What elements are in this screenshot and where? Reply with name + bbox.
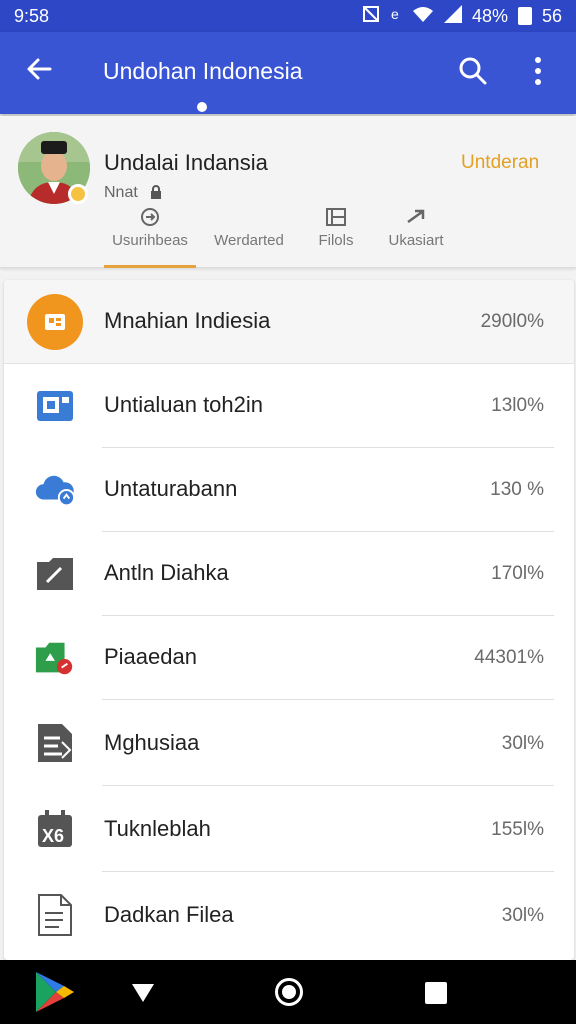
list-item-value: 30l% bbox=[501, 733, 544, 754]
list-item[interactable]: Untialuan toh2in 13l0% bbox=[4, 364, 574, 448]
profile-name: Undalai Indansia bbox=[104, 150, 268, 175]
tab-0[interactable]: Usurihbeas bbox=[104, 206, 196, 268]
list-item-label: Tuknleblah bbox=[104, 816, 211, 841]
document-icon bbox=[34, 722, 76, 764]
wifi-icon bbox=[412, 6, 434, 27]
svg-text:e: e bbox=[391, 6, 399, 22]
tab-label: Werdarted bbox=[214, 232, 284, 249]
list-item-value: 13l0% bbox=[491, 395, 544, 416]
more-vert-icon[interactable] bbox=[528, 54, 548, 88]
list-item[interactable]: Untaturabann 130 % bbox=[4, 448, 574, 532]
battery-icon bbox=[517, 7, 532, 25]
app-icon bbox=[26, 293, 84, 351]
search-icon[interactable] bbox=[456, 54, 490, 88]
file-icon bbox=[34, 894, 76, 936]
list-item-label: Untaturabann bbox=[104, 476, 238, 501]
list-item-label: Dadkan Filea bbox=[104, 902, 234, 927]
folder-edit-icon bbox=[34, 553, 76, 595]
signal-icon bbox=[443, 4, 462, 28]
list-item-value: 130 % bbox=[490, 479, 544, 500]
profile-subtitle: Nnat bbox=[104, 184, 138, 201]
list-item-label: Piaaedan bbox=[104, 644, 197, 669]
no-nfc-icon bbox=[362, 5, 380, 28]
image-icon bbox=[34, 385, 76, 427]
nav-recents-button[interactable] bbox=[425, 982, 447, 1004]
app-bar: Undohan Indonesia bbox=[0, 32, 576, 114]
nav-home-button[interactable] bbox=[275, 978, 303, 1006]
folder-green-icon bbox=[34, 637, 76, 679]
status-bar: 9:58 e 48% 56 bbox=[0, 0, 576, 32]
svg-text:X6: X6 bbox=[42, 826, 64, 846]
play-store-icon[interactable] bbox=[34, 970, 76, 1014]
status-icons: e 48% 56 bbox=[362, 4, 562, 28]
list-item-value: 155l% bbox=[491, 819, 544, 840]
e-network-icon: e bbox=[390, 6, 402, 27]
signal-text: 56 bbox=[541, 5, 562, 26]
list-header-row[interactable]: Mnahian Indiesia 290l0% bbox=[4, 280, 574, 364]
share-icon bbox=[104, 206, 196, 232]
list-header-label: Mnahian Indiesia bbox=[104, 308, 271, 333]
nav-back-button[interactable] bbox=[130, 980, 156, 1006]
tab-label: Ukasiart bbox=[388, 232, 444, 249]
tab-label: Usurihbeas bbox=[112, 232, 188, 249]
profile-card: Undalai Indansia Nnat Untderan Usurihbea… bbox=[0, 116, 576, 268]
back-arrow-icon[interactable] bbox=[24, 54, 54, 92]
tab-2[interactable]: Filols bbox=[306, 206, 366, 268]
profile-action-button[interactable]: Untderan bbox=[461, 152, 539, 174]
battery-text: 48% bbox=[471, 5, 508, 26]
lock-icon bbox=[148, 184, 164, 204]
page-title: Undohan Indonesia bbox=[103, 58, 303, 84]
list-header-value: 290l0% bbox=[480, 311, 544, 332]
tab-label: Filols bbox=[318, 232, 354, 249]
list-item-label: Untialuan toh2in bbox=[104, 392, 264, 417]
cloud-icon bbox=[34, 469, 76, 511]
list-item[interactable]: Dadkan Filea 30l% bbox=[4, 872, 574, 960]
navigation-bar bbox=[0, 960, 576, 1024]
avatar-badge bbox=[68, 184, 88, 204]
tab-3[interactable]: Ukasiart bbox=[380, 206, 452, 268]
list-item[interactable]: X6 Tuknleblah 155l% bbox=[4, 786, 574, 872]
list-item[interactable]: Mghusiaa 30l% bbox=[4, 700, 574, 786]
calendar-icon: X6 bbox=[34, 808, 76, 850]
status-time: 9:58 bbox=[14, 5, 50, 26]
tab-1[interactable]: Werdarted bbox=[204, 206, 294, 268]
list-item-label: Antln Diahka bbox=[104, 560, 229, 585]
list-item-label: Mghusiaa bbox=[104, 730, 200, 755]
list-item[interactable]: Piaaedan 44301% bbox=[4, 616, 574, 700]
list-item-value: 44301% bbox=[474, 647, 544, 668]
forward-icon bbox=[380, 206, 452, 232]
page-indicator bbox=[197, 102, 207, 112]
storage-list: Mnahian Indiesia 290l0% Untialuan toh2in… bbox=[4, 280, 574, 960]
list-item-value: 30l% bbox=[501, 905, 544, 926]
list-item-value: 170l% bbox=[491, 563, 544, 584]
list-item[interactable]: Antln Diahka 170l% bbox=[4, 532, 574, 616]
files-icon bbox=[306, 206, 366, 232]
